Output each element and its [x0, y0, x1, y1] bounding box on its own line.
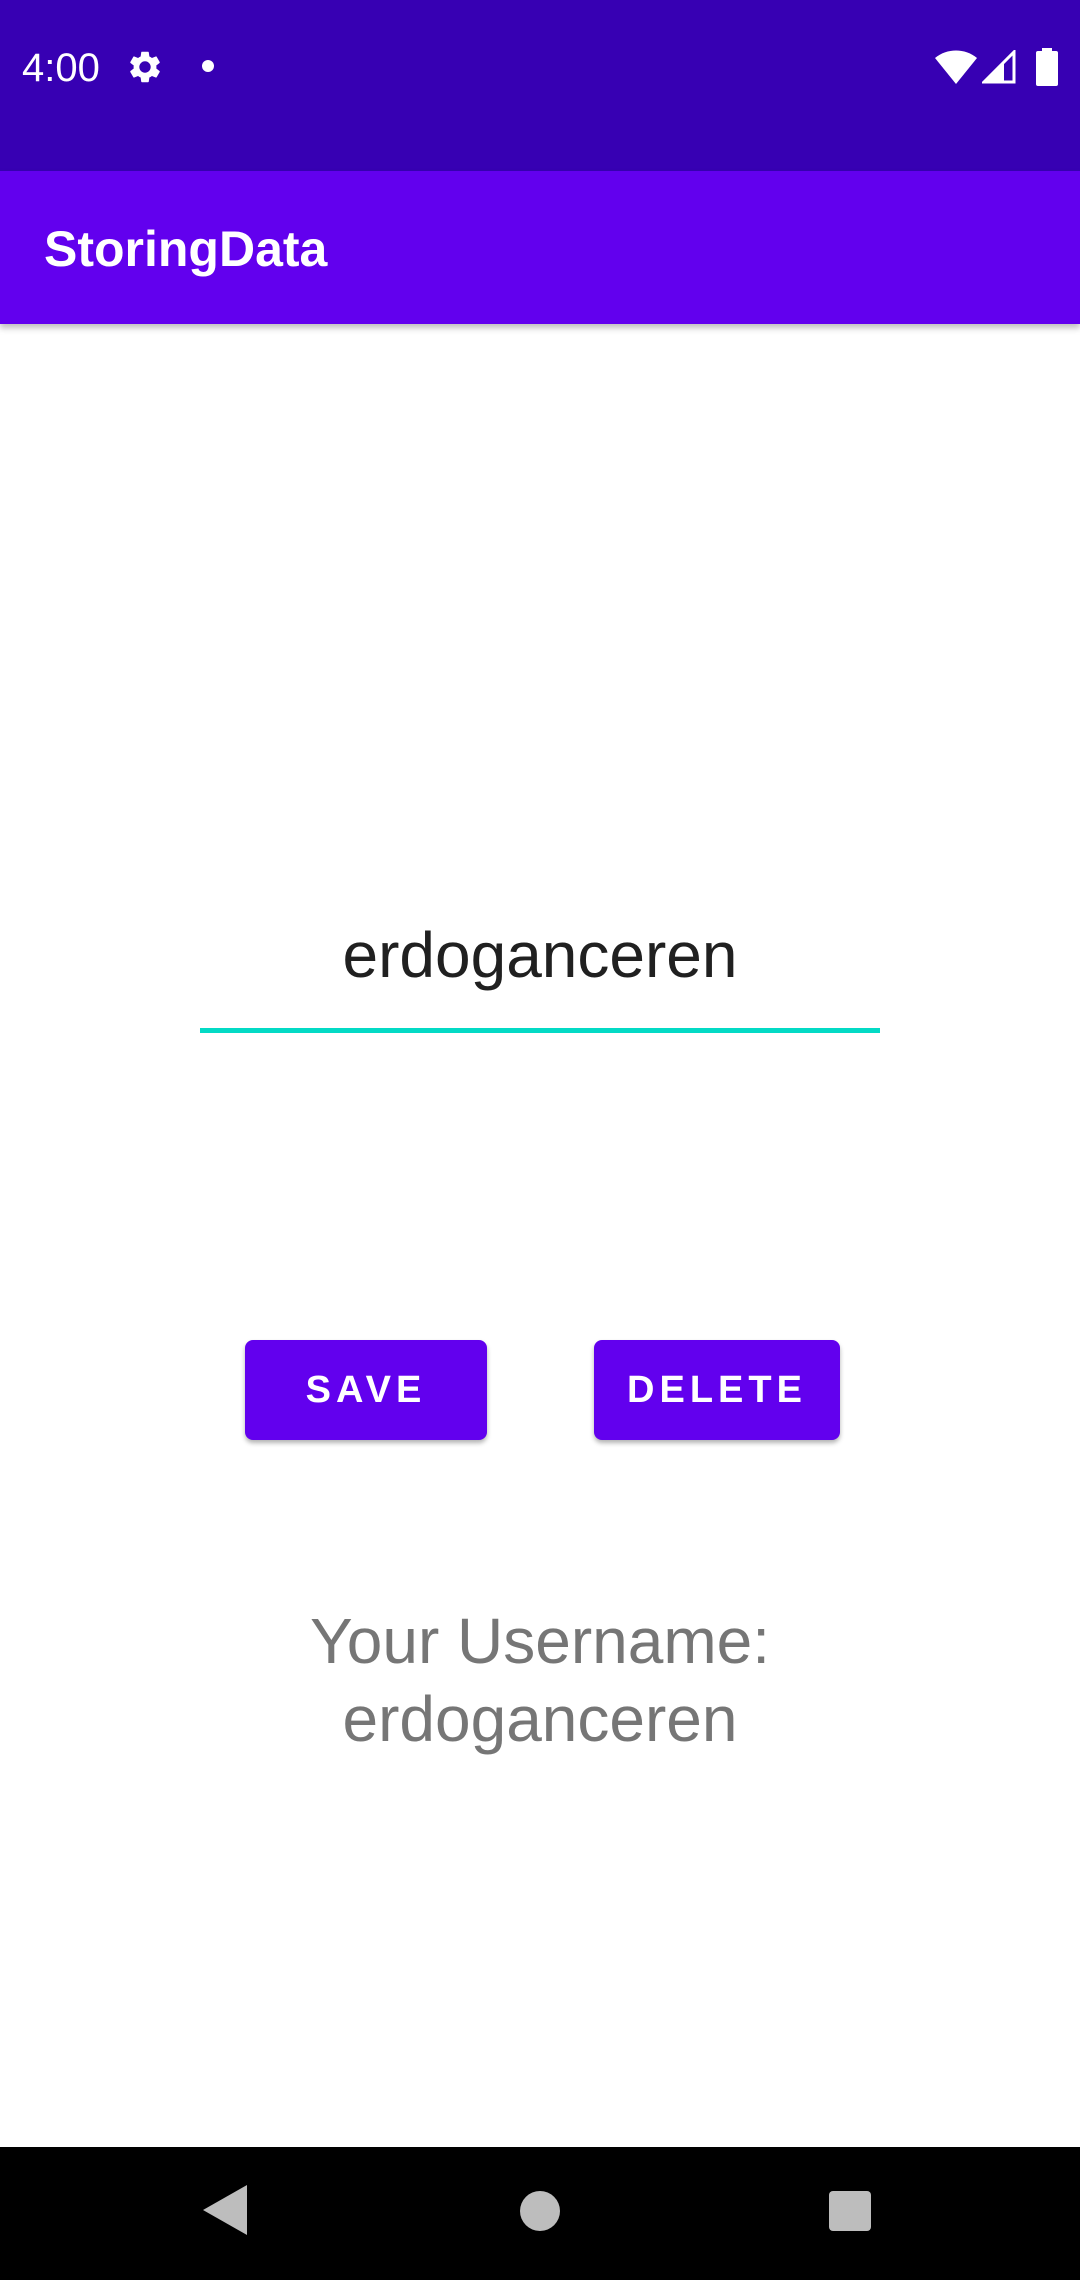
- back-icon[interactable]: [203, 2185, 247, 2235]
- app-title: StoringData: [44, 221, 328, 277]
- wifi-icon: [935, 50, 977, 84]
- username-field: [200, 860, 880, 1036]
- status-time: 4:00: [22, 46, 100, 90]
- save-button[interactable]: SAVE: [245, 1340, 487, 1440]
- username-input[interactable]: [200, 860, 880, 1030]
- notification-dot-icon: [202, 60, 214, 72]
- recents-icon[interactable]: [829, 2191, 871, 2231]
- home-icon[interactable]: [520, 2191, 560, 2231]
- gear-icon: [130, 51, 160, 83]
- status-bar: 4:00: [0, 0, 1080, 171]
- navigation-bar: [0, 2147, 1080, 2280]
- input-underline: [200, 1028, 880, 1033]
- signal-icon: [982, 50, 1016, 84]
- app-screen: 4:00 StoringData SAVE DELETE Your Userna…: [0, 0, 1080, 2280]
- app-bar: StoringData: [0, 171, 1080, 324]
- result-value: erdoganceren: [342, 1683, 738, 1755]
- battery-icon: [1036, 48, 1058, 86]
- result-label: Your Username:: [309, 1605, 771, 1677]
- delete-button[interactable]: DELETE: [594, 1340, 840, 1440]
- username-result: Your Username: erdoganceren: [140, 1602, 940, 1758]
